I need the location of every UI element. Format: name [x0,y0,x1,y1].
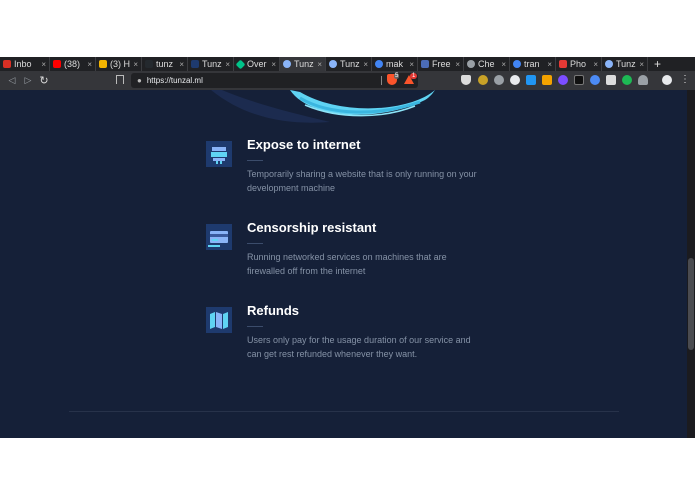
separator [381,76,382,85]
globe-icon [605,60,613,68]
tab-0[interactable]: Inbo × [0,57,50,71]
feature-description: Users only pay for the usage duration of… [247,335,471,359]
feature-description: Temporarily sharing a website that is on… [247,169,477,193]
extension-icon[interactable] [558,75,568,85]
tab-8[interactable]: mak × [372,57,418,71]
github-icon [145,60,153,68]
divider [247,243,263,244]
hero-brush-graphic [211,90,435,123]
tab-3[interactable]: tunz × [142,57,188,71]
tab-4[interactable]: Tunz × [188,57,234,71]
tab-label: Inbo [14,59,32,69]
scrollbar[interactable] [687,90,695,438]
google-icon [375,60,383,68]
lock-icon: ● [137,76,142,85]
circle-icon [467,60,475,68]
globe-icon [329,60,337,68]
tab-label: tran [524,59,540,69]
close-icon[interactable]: × [271,60,276,69]
tab-label: Tunz [616,59,636,69]
close-icon[interactable]: × [501,60,506,69]
tab-12[interactable]: Pho × [556,57,602,71]
extension-icon[interactable] [478,75,488,85]
card-icon [206,224,232,250]
tab-1[interactable]: (38) × [50,57,96,71]
extension-icon[interactable] [510,75,520,85]
extension-icon[interactable] [606,75,616,85]
page-content: Expose to internet Temporarily sharing a… [0,90,687,438]
extension-icon[interactable] [622,75,632,85]
close-icon[interactable]: × [41,60,46,69]
footer-divider [69,411,619,412]
gmail-icon [3,60,11,68]
extension-icon[interactable] [542,75,552,85]
close-icon[interactable]: × [593,60,598,69]
divider [247,326,263,327]
tab-label: Free [432,59,451,69]
tab-label: (38) [64,59,81,69]
bolt-icon [99,60,107,68]
extension-icon[interactable] [494,75,504,85]
globe-icon [283,60,291,68]
google-icon [513,60,521,68]
tab-9[interactable]: Free × [418,57,464,71]
extension-icon[interactable] [590,75,600,85]
address-bar[interactable]: ● https://tunzal.ml [131,73,418,88]
close-icon[interactable]: × [133,60,138,69]
server-icon [206,141,232,167]
url-text: https://tunzal.ml [146,76,203,85]
tab-6-active[interactable]: Tunz × [280,57,326,71]
tab-label: Tunz [202,59,222,69]
extension-icon[interactable] [526,75,536,85]
extension-icon[interactable] [574,75,584,85]
browser-window: Inbo × (38) × (3) H × tunz × Tunz × Over… [0,57,695,438]
tab-label: Over [247,59,267,69]
tab-label: Tunz [340,59,360,69]
tab-label: Pho [570,59,587,69]
network-icon [421,60,429,68]
feature-title: Expose to internet [247,137,361,152]
scrollbar-thumb[interactable] [688,258,694,350]
diamond-icon [235,59,246,69]
avatar[interactable] [662,75,672,85]
pocket-icon[interactable] [461,75,471,85]
close-icon[interactable]: × [317,60,322,69]
photo-icon [559,60,567,68]
close-icon[interactable]: × [225,60,230,69]
tab-label: tunz [156,59,174,69]
tab-2[interactable]: (3) H × [96,57,142,71]
back-button[interactable]: ◁ [4,75,20,86]
close-icon[interactable]: × [547,60,552,69]
youtube-icon [53,60,61,68]
close-icon[interactable]: × [87,60,92,69]
close-icon[interactable]: × [409,60,414,69]
reload-button[interactable]: ↻ [36,74,52,87]
extension-icon[interactable] [638,75,648,85]
tab-label: (3) H [110,59,130,69]
feature-description: Running networked services on machines t… [247,252,447,276]
tab-5[interactable]: Over × [234,57,280,71]
feature-title: Censorship resistant [247,220,377,235]
tab-11[interactable]: tran × [510,57,556,71]
map-icon [206,307,232,333]
close-icon[interactable]: × [455,60,460,69]
menu-button[interactable]: ⋮ [680,74,690,85]
tab-label: mak [386,59,404,69]
feature-title: Refunds [247,303,299,318]
new-tab-button[interactable]: + [648,57,667,71]
browser-toolbar: ◁ ▷ ↻ ● https://tunzal.ml 5 1 ⋮ [0,71,695,90]
divider [247,160,263,161]
close-icon[interactable]: × [363,60,368,69]
tab-bar: Inbo × (38) × (3) H × tunz × Tunz × Over… [0,57,695,71]
tab-label: Che [478,59,495,69]
tab-7[interactable]: Tunz × [326,57,372,71]
tab-label: Tunz [294,59,314,69]
close-icon[interactable]: × [639,60,644,69]
close-icon[interactable]: × [179,60,184,69]
tab-13[interactable]: Tunz × [602,57,648,71]
tab-10[interactable]: Che × [464,57,510,71]
tunzal-icon [191,60,199,68]
forward-button[interactable]: ▷ [20,75,36,86]
bookmark-icon[interactable] [116,75,124,84]
